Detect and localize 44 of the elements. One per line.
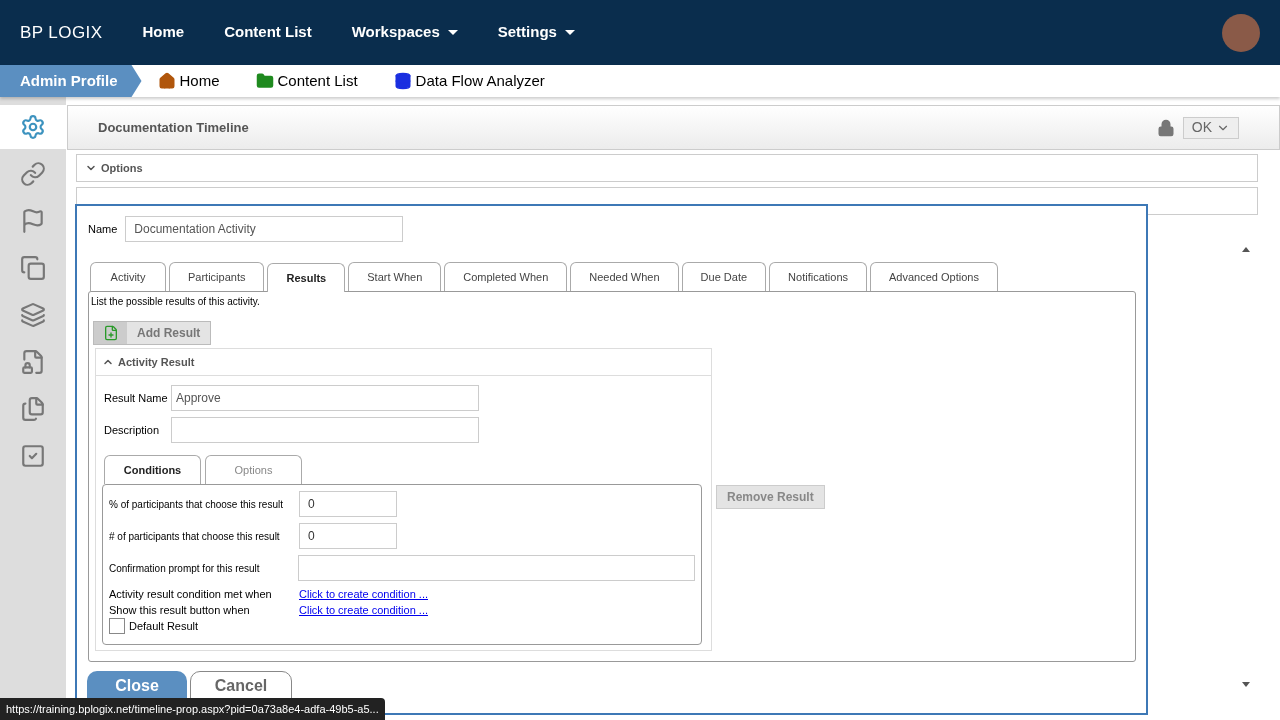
tab[interactable]: Conditions [104,455,201,484]
field-label: Result Name [104,390,169,406]
nav-menu-item[interactable]: Home [142,21,185,44]
nav-menu-item[interactable]: Content List [224,21,312,44]
field-label: Show this result button when [109,602,251,618]
tab[interactable]: Options [205,455,302,484]
tab[interactable]: Activity [90,262,166,291]
add-result-button[interactable]: Add Result [93,321,212,345]
status-url-tooltip: https://training.bplogix.net/timeline-prop.aspx?pid=0a73a8e4-adfa-49b5-a5... [0,698,385,720]
field-label: Activity result condition met when [109,586,273,602]
tab[interactable]: Advanced Options [870,262,998,291]
instructions-text: List the possible results of this activity. [91,295,261,309]
field-label: % of participants that choose this result [109,497,284,512]
tab[interactable]: Participants [169,262,265,291]
ok-button[interactable]: OK [1182,116,1239,139]
section-title: Options [101,160,143,176]
breadcrumb-link[interactable]: Data Flow Analyzer [415,69,545,93]
tab[interactable]: Results [267,263,346,292]
field-label: Description [104,422,161,438]
section-title: Activity Result [118,354,195,370]
tab[interactable]: Due Date [681,262,767,291]
nav-menu-item[interactable]: Settings [497,21,575,44]
name-field[interactable]: Documentation Activity [125,216,404,242]
input-field[interactable]: 0 [299,491,397,517]
logo[interactable]: BP LOGIX [20,19,103,46]
field-label: # of participants that choose this result [109,529,281,544]
tab[interactable]: Start When [348,262,442,291]
create-condition-link[interactable]: Click to create condition ... [299,601,428,619]
checkbox-label: Default Result [129,619,199,634]
tab[interactable]: Completed When [444,262,568,291]
field-label: Confirmation prompt for this result [109,561,261,576]
input-field[interactable]: 0 [299,523,397,549]
nav-menu-item[interactable]: Workspaces [351,21,458,44]
options-section[interactable]: Options [76,154,1258,182]
tab[interactable]: Notifications [769,262,867,291]
breadcrumb-link[interactable]: Content List [277,69,358,93]
result-header[interactable]: Activity Result [96,349,711,376]
cancel-button[interactable]: Cancel [190,671,292,701]
breadcrumb-link[interactable]: Home [179,69,220,93]
create-condition-link[interactable]: Click to create condition ... [299,585,428,603]
tab[interactable]: Needed When [570,262,679,291]
input-field[interactable]: Approve [171,385,479,411]
name-label: Name [88,221,118,237]
page-title: Documentation Timeline [98,118,249,137]
